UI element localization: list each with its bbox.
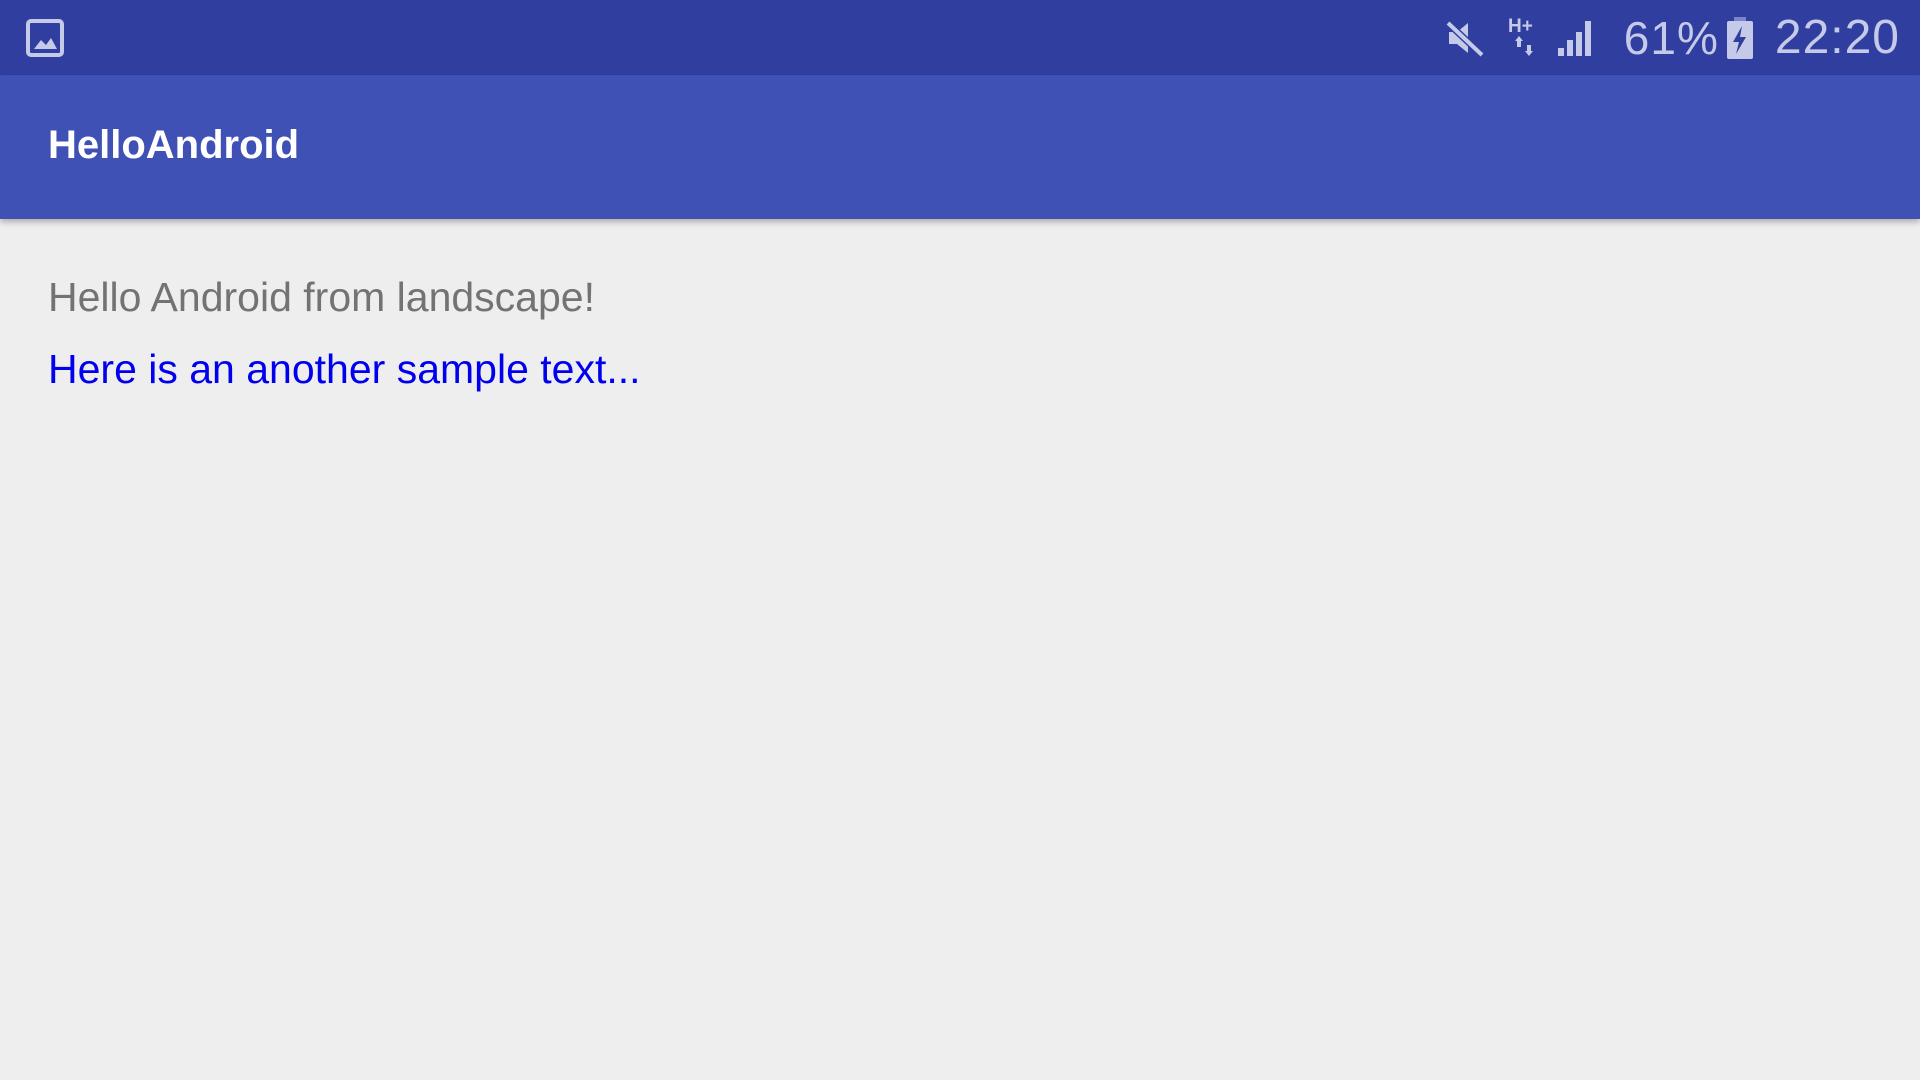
app-title: HelloAndroid xyxy=(48,123,300,167)
image-icon xyxy=(26,19,64,57)
battery-percentage: 61% xyxy=(1623,11,1719,64)
app-bar: HelloAndroid xyxy=(0,75,1920,219)
signal-icon xyxy=(1557,20,1591,56)
mute-icon xyxy=(1445,19,1485,58)
network-label: H+ xyxy=(1508,16,1533,37)
main-content: Hello Android from landscape! Here is an… xyxy=(48,270,641,396)
sample-text: Here is an another sample text... xyxy=(48,346,641,392)
status-bar: H+ 61% 22:20 xyxy=(0,0,1920,75)
status-clock: 22:20 xyxy=(1774,11,1900,64)
h-plus-network-icon: H+ xyxy=(1508,16,1533,56)
battery-charging-icon xyxy=(1726,16,1753,59)
hello-text: Hello Android from landscape! xyxy=(48,274,595,320)
status-icons: H+ 61% 22:20 xyxy=(1444,0,1900,75)
